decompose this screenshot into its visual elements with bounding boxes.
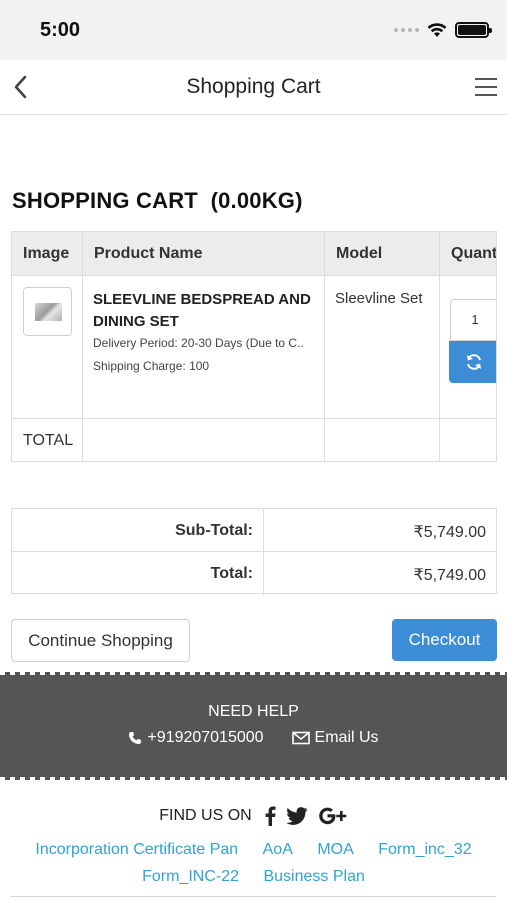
status-icons	[394, 22, 492, 38]
page-title: SHOPPING CART (0.00KG)	[12, 188, 303, 213]
facebook-icon	[265, 806, 276, 826]
total-row: Total: ₹5,749.00	[12, 552, 496, 595]
phone-number: +919207015000	[147, 729, 264, 746]
help-contacts: +919207015000 Email Us	[0, 729, 507, 747]
twitter-link[interactable]	[286, 805, 308, 827]
subtotal-value: ₹5,749.00	[413, 524, 486, 541]
delivery-period: Delivery Period: 20-30 Days (Due to C..	[93, 336, 304, 350]
google-plus-link[interactable]	[318, 805, 348, 827]
footer-links: Incorporation Certificate Pan AoA MOA Fo…	[0, 836, 507, 890]
status-time: 5:00	[40, 19, 81, 41]
refresh-icon	[467, 354, 481, 370]
quantity-input[interactable]: 1	[450, 299, 496, 341]
link-moa[interactable]: MOA	[317, 841, 353, 858]
menu-button[interactable]	[473, 74, 499, 100]
quantity-cell: 1	[440, 276, 496, 418]
link-form-inc-32[interactable]: Form_inc_32	[378, 841, 471, 858]
twitter-icon	[286, 807, 308, 825]
phone-icon	[129, 732, 142, 744]
email-label: Email Us	[314, 729, 379, 746]
total-value: ₹5,749.00	[413, 567, 486, 584]
nav-title: Shopping Cart	[186, 75, 321, 98]
shipping-charge: Shipping Charge: 100	[93, 359, 210, 373]
continue-shopping-button[interactable]: Continue Shopping	[11, 619, 190, 662]
google-plus-icon	[318, 807, 347, 825]
wifi-icon	[427, 23, 447, 37]
phone-link[interactable]: +919207015000	[128, 729, 264, 747]
model-cell: Sleevline Set	[325, 276, 440, 418]
product-cell: SLEEVLINE BEDSPREAD AND DINING SET Deliv…	[83, 276, 325, 418]
battery-icon	[455, 22, 492, 38]
envelope-icon	[291, 731, 310, 745]
link-business-plan[interactable]: Business Plan	[263, 868, 364, 885]
cart-table: Image Product Name Model Quant SLEEVLINE…	[11, 231, 497, 462]
checkout-button[interactable]: Checkout	[392, 619, 497, 661]
link-form-inc-22[interactable]: Form_INC-22	[142, 868, 239, 885]
column-header-product-name: Product Name	[83, 232, 325, 275]
facebook-link[interactable]	[264, 805, 276, 827]
subtotal-row: Sub-Total: ₹5,749.00	[12, 509, 496, 552]
column-header-model: Model	[325, 232, 440, 275]
cellular-signal-icon	[394, 28, 419, 32]
image-cell	[12, 276, 83, 418]
total-label: TOTAL	[23, 432, 74, 449]
total-empty-cell	[83, 419, 325, 461]
column-header-image: Image	[12, 232, 83, 275]
table-row: SLEEVLINE BEDSPREAD AND DINING SET Deliv…	[12, 276, 496, 419]
link-aoa[interactable]: AoA	[263, 841, 293, 858]
email-link[interactable]: Email Us	[291, 729, 379, 747]
footer-links-row-1: Incorporation Certificate Pan AoA MOA Fo…	[0, 836, 507, 863]
total-label-cell: TOTAL	[12, 419, 83, 461]
need-help-title: NEED HELP	[208, 703, 299, 720]
product-image	[35, 303, 62, 321]
total-empty-cell	[325, 419, 440, 461]
subtotal-label: Sub-Total:	[12, 509, 264, 551]
table-header-row: Image Product Name Model Quant	[12, 232, 497, 276]
hamburger-icon	[475, 78, 497, 96]
total-empty-cell	[440, 419, 496, 461]
model-value: Sleevline Set	[335, 290, 423, 307]
footer-links-row-2: Form_INC-22 Business Plan	[0, 863, 507, 890]
product-thumbnail[interactable]	[23, 287, 72, 336]
update-quantity-button[interactable]	[449, 341, 496, 383]
link-incorporation-certificate-pan[interactable]: Incorporation Certificate Pan	[35, 841, 238, 858]
nav-bar: Shopping Cart	[0, 60, 507, 115]
need-help-section: NEED HELP +919207015000 Email Us	[0, 672, 507, 780]
footer-divider	[11, 896, 496, 897]
column-header-quantity: Quant	[451, 245, 497, 262]
find-us-row: FIND US ON	[0, 805, 507, 827]
table-total-row: TOTAL	[12, 419, 496, 461]
status-bar: 5:00	[0, 0, 507, 60]
find-us-label: FIND US ON	[159, 807, 252, 824]
totals-table: Sub-Total: ₹5,749.00 Total: ₹5,749.00	[11, 508, 497, 595]
product-name-link[interactable]: SLEEVLINE BEDSPREAD AND DINING SET	[93, 289, 315, 333]
total-label: Total:	[12, 552, 264, 595]
